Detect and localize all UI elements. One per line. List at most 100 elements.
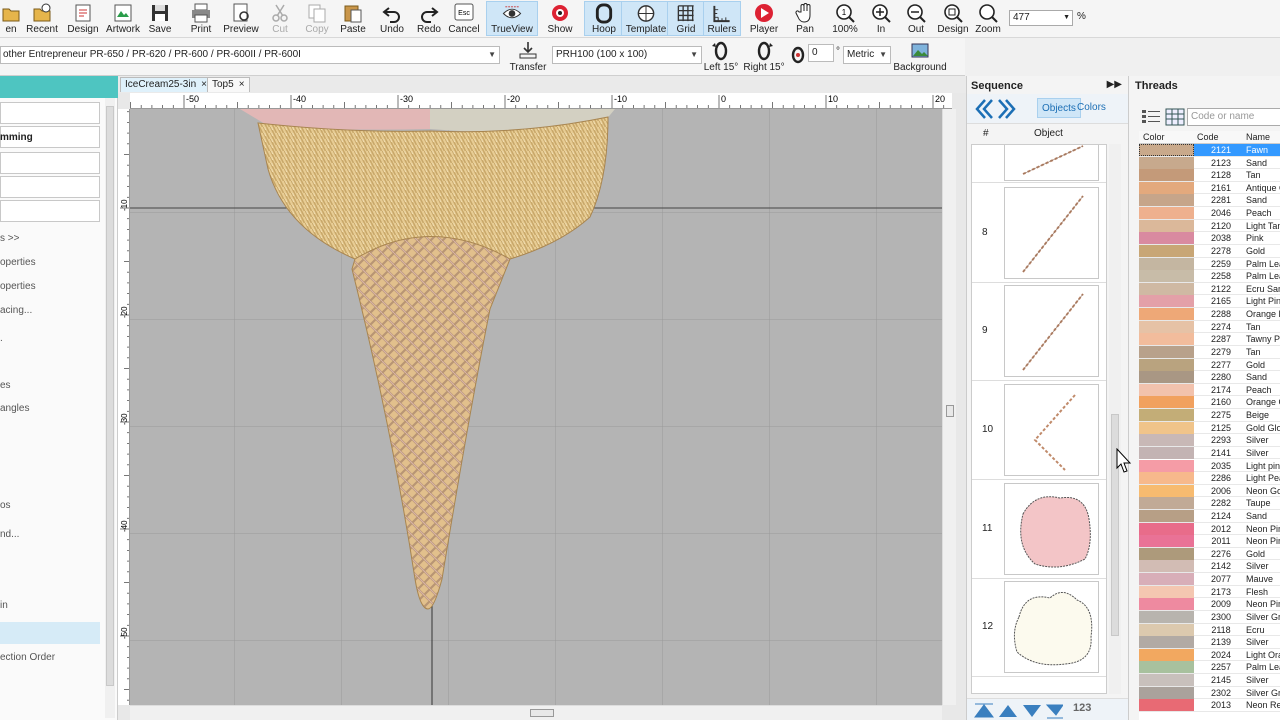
- machine-select[interactable]: other Entrepreneur PR-650 / PR-620 / PR-…: [0, 46, 500, 64]
- thread-row[interactable]: 2281 Sand: [1139, 194, 1280, 208]
- thread-row[interactable]: 2121 Fawn: [1139, 144, 1280, 157]
- left-panel-item[interactable]: es: [0, 380, 11, 391]
- canvas-horizontal-scrollbar[interactable]: [130, 705, 942, 720]
- cancel-button[interactable]: Esc Cancel: [443, 1, 485, 36]
- chevron-down-icon[interactable]: ▼: [879, 47, 887, 63]
- chart-view-icon[interactable]: [1165, 108, 1185, 126]
- sequence-thumbnail[interactable]: [1004, 285, 1099, 377]
- column-color[interactable]: Color: [1143, 132, 1165, 142]
- thread-row[interactable]: 2258 Palm Leaf: [1139, 270, 1280, 283]
- background-button[interactable]: Background: [893, 39, 947, 74]
- left-panel-item[interactable]: acing...: [0, 305, 32, 316]
- thread-row[interactable]: 2302 Silver Gre: [1139, 686, 1280, 700]
- thread-row[interactable]: 2161 Antique G: [1139, 181, 1280, 195]
- thread-row[interactable]: 2120 Light Tan: [1139, 219, 1280, 233]
- thread-row[interactable]: 2165 Light Pink: [1139, 295, 1280, 309]
- chevron-right-icon[interactable]: ▶▶: [1107, 79, 1122, 90]
- left-panel-field-3[interactable]: [0, 152, 100, 174]
- cut-button[interactable]: Cut: [263, 1, 297, 36]
- thread-row[interactable]: 2123 Sand: [1139, 156, 1280, 170]
- left-panel-item[interactable]: mming: [0, 132, 33, 143]
- column-code[interactable]: Code: [1197, 132, 1219, 142]
- thread-row[interactable]: 2139 Silver: [1139, 636, 1280, 649]
- thread-row[interactable]: 2287 Tawny Pe: [1139, 333, 1280, 346]
- thread-row[interactable]: 2122 Ecru Sand: [1139, 282, 1280, 296]
- sequence-thumbnail[interactable]: [1004, 384, 1099, 476]
- thread-row[interactable]: 2006 Neon Gol: [1139, 484, 1280, 498]
- thread-row[interactable]: 2277 Gold: [1139, 358, 1280, 372]
- embroidery-design[interactable]: [130, 109, 942, 705]
- rotate-left-button[interactable]: Left 15°: [704, 39, 738, 74]
- scrollbar-thumb[interactable]: [106, 106, 114, 686]
- units-select[interactable]: Metric ▼: [843, 46, 891, 64]
- out-button[interactable]: Out: [899, 1, 933, 36]
- save-button[interactable]: Save: [143, 1, 177, 36]
- thread-row[interactable]: 2046 Peach: [1139, 207, 1280, 220]
- thread-row[interactable]: 2276 Gold: [1139, 547, 1280, 561]
- design-button[interactable]: Design: [62, 1, 104, 36]
- left-panel-item[interactable]: nd...: [0, 529, 19, 540]
- left-panel-field-1[interactable]: [0, 102, 100, 124]
- zoom-button[interactable]: Zoom: [969, 1, 1007, 36]
- thread-row[interactable]: 2128 Tan: [1139, 169, 1280, 182]
- thread-row[interactable]: 2038 Pink: [1139, 232, 1280, 245]
- embroidery-canvas[interactable]: [130, 109, 942, 705]
- left-panel-item[interactable]: ection Order: [0, 652, 55, 663]
- thread-row[interactable]: 2257 Palm Leaf: [1139, 661, 1280, 674]
- sequence-thumbnail[interactable]: [1004, 145, 1099, 181]
- transfer-button[interactable]: Transfer: [508, 39, 548, 74]
- thread-row[interactable]: 2160 Orange G: [1139, 396, 1280, 409]
- left-panel-item[interactable]: in: [0, 600, 8, 611]
- chevron-down-icon[interactable]: ▼: [1063, 11, 1070, 25]
- move-object-icons[interactable]: [973, 701, 1063, 719]
- thread-row[interactable]: 2141 Silver: [1139, 446, 1280, 460]
- in-button[interactable]: In: [864, 1, 898, 36]
- zoom-design-button[interactable]: Design: [932, 1, 974, 36]
- pan-button[interactable]: Pan: [788, 1, 822, 36]
- trueview-button[interactable]: TrueView: [486, 1, 538, 36]
- recent-button[interactable]: Recent: [20, 1, 64, 36]
- thread-row[interactable]: 2009 Neon Pin: [1139, 598, 1280, 611]
- left-panel-item[interactable]: os: [0, 500, 11, 511]
- 100--button[interactable]: 1 100%: [826, 1, 864, 36]
- thread-row[interactable]: 2118 Ecru: [1139, 623, 1280, 637]
- left-panel-selected-row[interactable]: [0, 622, 100, 644]
- thread-row[interactable]: 2145 Silver: [1139, 674, 1280, 687]
- tab-icecream25-3in[interactable]: IceCream25-3in ×: [120, 77, 212, 92]
- thread-row[interactable]: 2282 Taupe: [1139, 497, 1280, 510]
- sequence-row[interactable]: 9: [972, 283, 1106, 381]
- thread-row[interactable]: 2286 Light Pea: [1139, 472, 1280, 485]
- thread-row[interactable]: 2035 Light pink: [1139, 459, 1280, 473]
- sequence-thumbnail[interactable]: [1004, 483, 1099, 575]
- left-panel-field-5[interactable]: [0, 200, 100, 222]
- thread-row[interactable]: 2280 Sand: [1139, 371, 1280, 384]
- rotate-right-button[interactable]: Right 15°: [743, 39, 785, 74]
- artwork-button[interactable]: Artwork: [100, 1, 146, 36]
- scrollbar-thumb[interactable]: [530, 709, 554, 717]
- chevron-down-icon[interactable]: ▼: [690, 47, 698, 63]
- sequence-row[interactable]: 12: [972, 579, 1106, 677]
- left-panel-scrollbar[interactable]: [105, 98, 115, 718]
- thread-row[interactable]: 2125 Gold Glow: [1139, 421, 1280, 435]
- copy-button[interactable]: Copy: [298, 1, 336, 36]
- thread-row[interactable]: 2288 Orange B: [1139, 308, 1280, 321]
- left-panel-item[interactable]: s >>: [0, 233, 19, 244]
- sequence-thumbnail[interactable]: [1004, 581, 1099, 673]
- template-button[interactable]: Template: [621, 1, 671, 36]
- left-panel-field-4[interactable]: [0, 176, 100, 198]
- rotation-angle-input[interactable]: 0: [808, 44, 834, 62]
- undo-button[interactable]: Undo: [373, 1, 411, 36]
- sequence-row[interactable]: 8: [972, 185, 1106, 283]
- thread-row[interactable]: 2259 Palm Leaf: [1139, 257, 1280, 271]
- left-panel-item[interactable]: operties: [0, 257, 36, 268]
- thread-row[interactable]: 2077 Mauve: [1139, 573, 1280, 586]
- thread-list[interactable]: 2121Fawn2123Sand2128Tan2161Antique G2281…: [1139, 144, 1280, 720]
- scrollbar-thumb[interactable]: [946, 405, 954, 417]
- thread-row[interactable]: 2024 Light Ora: [1139, 648, 1280, 662]
- thread-row[interactable]: 2173 Flesh: [1139, 585, 1280, 599]
- thread-row[interactable]: 2013 Neon Red: [1139, 699, 1280, 712]
- zoom-level-input[interactable]: 477 ▼: [1009, 10, 1073, 26]
- thread-row[interactable]: 2142 Silver: [1139, 560, 1280, 574]
- en-button[interactable]: en: [0, 1, 22, 36]
- hoop-button[interactable]: Hoop: [584, 1, 624, 36]
